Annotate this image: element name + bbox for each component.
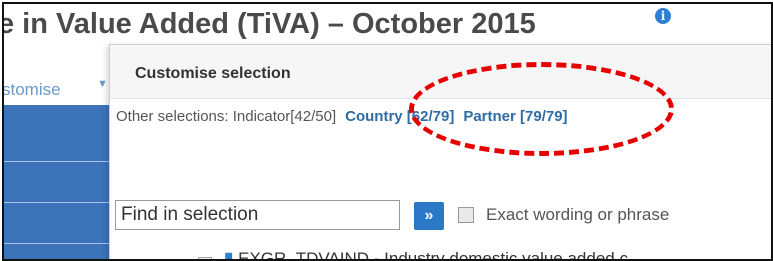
other-selections-row: Other selections: Indicator[42/50] Countr… [116, 108, 568, 125]
list-item[interactable]: ▮ EXGR_TDVAIND - Industry domestic value… [224, 249, 628, 261]
customise-menu-link[interactable]: stomise [4, 80, 61, 100]
find-in-selection-input[interactable] [115, 200, 400, 230]
other-selections-label: Other selections: Indicator[42/50] [116, 108, 337, 125]
menu-divider [4, 243, 109, 244]
search-go-button[interactable]: » [414, 202, 444, 230]
left-menu-strip[interactable] [4, 105, 109, 259]
menu-divider [4, 202, 109, 203]
screenshot-frame: e in Value Added (TiVA) – October 2015 i… [2, 2, 773, 261]
partner-selection-link[interactable]: Partner [79/79] [463, 108, 567, 125]
exact-wording-label: Exact wording or phrase [486, 205, 670, 224]
info-icon[interactable]: ▮ [224, 249, 238, 259]
menu-divider [4, 161, 109, 162]
panel-title: Customise selection [135, 65, 291, 82]
info-icon[interactable]: i [655, 8, 671, 24]
list-item-checkbox[interactable] [198, 257, 212, 259]
country-selection-link[interactable]: Country [62/79] [345, 108, 454, 125]
list-item-label: EXGR_TDVAIND - Industry domestic value a… [238, 249, 628, 261]
chevron-down-icon[interactable]: ▼ [97, 78, 108, 90]
page-title: e in Value Added (TiVA) – October 2015 [2, 8, 536, 40]
customise-selection-panel: Customise selection Other selections: In… [109, 44, 771, 261]
panel-header: Customise selection [110, 45, 771, 99]
exact-wording-checkbox[interactable] [458, 207, 474, 223]
